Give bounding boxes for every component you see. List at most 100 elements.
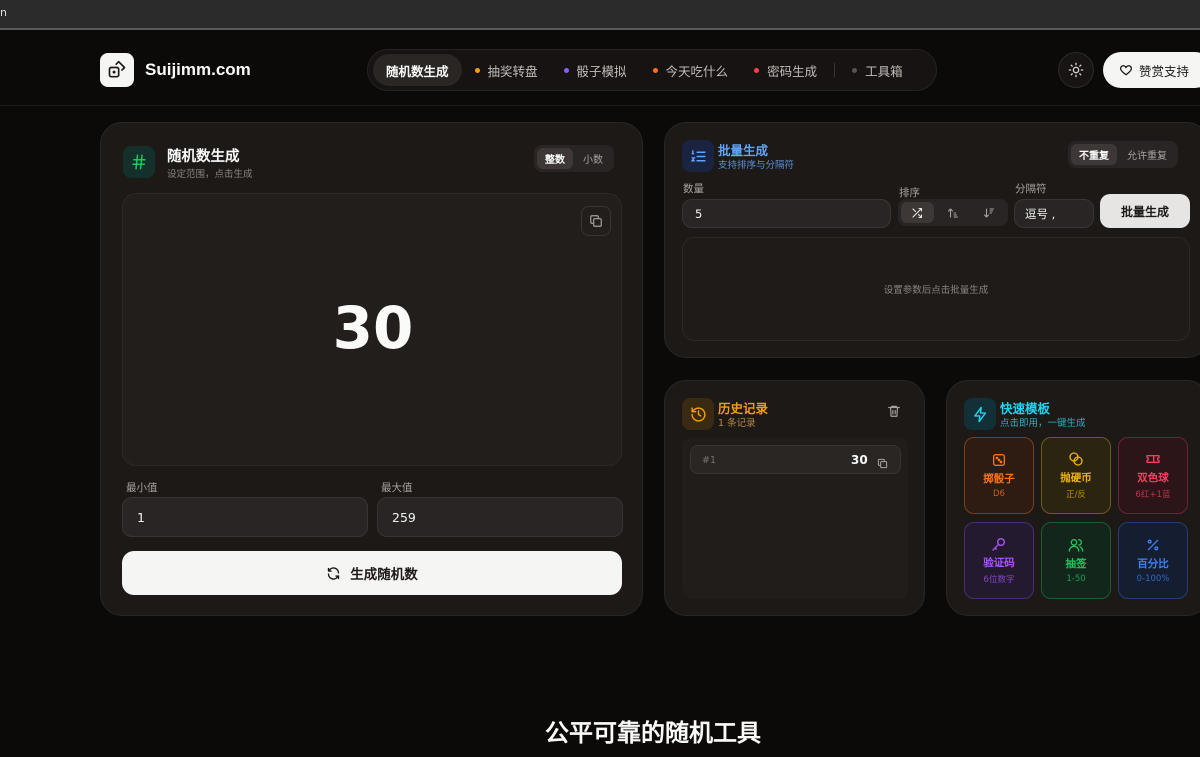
template-lottery-ball[interactable]: 双色球 6红+1蓝 bbox=[1118, 437, 1188, 514]
sort-ascending-option[interactable] bbox=[937, 202, 970, 223]
batch-generate-label: 批量生成 bbox=[1120, 204, 1169, 219]
site-header: Suijimm.com 随机数生成 抽奖转盘 骰子模拟 今天吃什么 密码生成 工… bbox=[0, 32, 1200, 106]
users-icon bbox=[1068, 539, 1084, 552]
generate-label: 生成随机数 bbox=[350, 567, 418, 583]
template-sub: 1-50 bbox=[1066, 574, 1086, 584]
allow-repeat-option[interactable]: 允许重复 bbox=[1119, 144, 1175, 165]
result-display: 30 bbox=[122, 193, 622, 466]
nav-item-what-to-eat[interactable]: 今天吃什么 bbox=[640, 54, 742, 86]
nav-dot-icon bbox=[474, 67, 480, 73]
template-title: 双色球 bbox=[1137, 472, 1169, 484]
history-list: #1 30 bbox=[682, 437, 908, 599]
nav-item-password[interactable]: 密码生成 bbox=[741, 54, 830, 86]
nav-dot-icon bbox=[563, 67, 569, 73]
random-result-value: 30 bbox=[332, 294, 414, 362]
min-value: 1 bbox=[137, 509, 145, 525]
nav-item-label: 骰子模拟 bbox=[576, 63, 627, 79]
nav-dot-icon bbox=[652, 67, 658, 73]
browser-toolbar: n bbox=[0, 0, 1200, 30]
nav-item-dice[interactable]: 骰子模拟 bbox=[551, 54, 640, 86]
copy-icon[interactable] bbox=[877, 454, 888, 473]
quick-templates-card: 快速模板 点击即用，一键生成 掷骰子 D6 抛硬币 正/反 双色球 6红+1蓝 … bbox=[946, 380, 1200, 616]
template-percentage[interactable]: 百分比 0-100% bbox=[1118, 522, 1188, 599]
card-subtitle: 点击即用，一键生成 bbox=[1000, 418, 1086, 429]
count-label: 数量 bbox=[683, 183, 704, 195]
random-number-card: 随机数生成 设定范围，点击生成 整数 小数 30 最小值 1 最大值 259 生… bbox=[100, 122, 643, 616]
card-subtitle: 1 条记录 bbox=[718, 418, 756, 429]
copy-icon bbox=[590, 215, 602, 227]
mode-integer-option[interactable]: 整数 bbox=[537, 148, 573, 169]
sun-icon bbox=[1068, 62, 1084, 78]
percent-icon bbox=[1147, 539, 1159, 551]
card-subtitle: 设定范围，点击生成 bbox=[167, 169, 253, 180]
batch-empty-text: 设置参数后点击批量生成 bbox=[883, 285, 989, 296]
logo-icon[interactable] bbox=[100, 53, 134, 87]
nav-item-label: 今天吃什么 bbox=[665, 63, 729, 79]
list-ordered-icon bbox=[682, 140, 714, 172]
coins-icon bbox=[1069, 452, 1083, 466]
mode-decimal-option[interactable]: 小数 bbox=[575, 148, 611, 169]
min-label: 最小值 bbox=[126, 482, 158, 494]
copy-result-button[interactable] bbox=[581, 206, 611, 236]
template-draw-lots[interactable]: 抽签 1-50 bbox=[1041, 522, 1111, 599]
support-label: 赞赏支持 bbox=[1139, 63, 1190, 79]
batch-results-area: 设置参数后点击批量生成 bbox=[682, 237, 1190, 341]
nav-item-label: 工具箱 bbox=[865, 63, 903, 79]
no-repeat-option[interactable]: 不重复 bbox=[1071, 144, 1117, 165]
hash-icon bbox=[123, 146, 155, 178]
history-item-index: #1 bbox=[702, 455, 717, 466]
nav-item-random-number[interactable]: 随机数生成 bbox=[373, 54, 462, 86]
template-title: 抛硬币 bbox=[1060, 472, 1092, 484]
separator-select[interactable]: 逗号 , bbox=[1014, 199, 1094, 228]
sort-shuffle-option[interactable] bbox=[901, 202, 934, 223]
template-sub: 6红+1蓝 bbox=[1135, 490, 1171, 500]
heart-icon bbox=[1119, 65, 1133, 76]
generate-random-button[interactable]: 生成随机数 bbox=[122, 551, 622, 595]
nav-item-toolbox[interactable]: 工具箱 bbox=[839, 54, 916, 86]
count-value: 5 bbox=[695, 206, 703, 221]
template-dice[interactable]: 掷骰子 D6 bbox=[964, 437, 1034, 514]
template-sub: D6 bbox=[993, 489, 1005, 499]
batch-generate-button[interactable]: 批量生成 bbox=[1100, 194, 1190, 228]
min-value-input[interactable]: 1 bbox=[122, 497, 368, 537]
refresh-icon bbox=[328, 566, 340, 580]
sort-descending-icon bbox=[983, 207, 994, 218]
history-item[interactable]: #1 30 bbox=[690, 445, 901, 474]
separator-value: 逗号 , bbox=[1025, 206, 1056, 221]
lightning-icon bbox=[964, 398, 996, 430]
nav-dot-icon bbox=[852, 67, 858, 73]
count-input[interactable]: 5 bbox=[682, 199, 891, 228]
template-coin[interactable]: 抛硬币 正/反 bbox=[1041, 437, 1111, 514]
max-value: 259 bbox=[392, 509, 416, 525]
batch-generate-card: 批量生成 支持排序与分隔符 不重复 允许重复 数量 5 排序 分隔符 逗号 , … bbox=[664, 122, 1200, 358]
nav-dot-icon bbox=[754, 67, 760, 73]
nav-item-label: 抽奖转盘 bbox=[487, 63, 538, 79]
number-mode-toggle: 整数 小数 bbox=[534, 145, 614, 172]
ticket-icon bbox=[1146, 455, 1160, 463]
sort-options bbox=[898, 199, 1008, 226]
template-verification-code[interactable]: 验证码 6位数字 bbox=[964, 522, 1034, 599]
sort-ascending-icon bbox=[947, 207, 959, 218]
card-subtitle: 支持排序与分隔符 bbox=[718, 160, 795, 171]
max-value-input[interactable]: 259 bbox=[377, 497, 623, 537]
theme-toggle-button[interactable] bbox=[1058, 52, 1094, 88]
separator-label: 分隔符 bbox=[1015, 183, 1047, 195]
nav-item-label: 密码生成 bbox=[767, 63, 818, 79]
browser-url-fragment: n bbox=[0, 6, 7, 19]
key-icon bbox=[992, 538, 1005, 551]
clear-history-button[interactable] bbox=[887, 403, 901, 422]
sort-descending-option[interactable] bbox=[972, 202, 1005, 223]
history-item-value: 30 bbox=[851, 453, 868, 467]
nav-divider bbox=[834, 63, 836, 77]
nav-item-lottery-wheel[interactable]: 抽奖转盘 bbox=[462, 54, 551, 86]
nav-item-label: 随机数生成 bbox=[386, 63, 449, 79]
template-title: 验证码 bbox=[983, 557, 1015, 569]
repeat-mode-toggle: 不重复 允许重复 bbox=[1068, 141, 1178, 168]
support-button[interactable]: 赞赏支持 bbox=[1103, 52, 1200, 88]
dice-icon bbox=[993, 454, 1005, 466]
history-card: 历史记录 1 条记录 #1 30 bbox=[664, 380, 925, 616]
card-title: 随机数生成 bbox=[167, 149, 240, 165]
template-sub: 正/反 bbox=[1066, 490, 1086, 500]
template-title: 掷骰子 bbox=[983, 473, 1015, 485]
brand-name[interactable]: Suijimm.com bbox=[145, 60, 251, 80]
